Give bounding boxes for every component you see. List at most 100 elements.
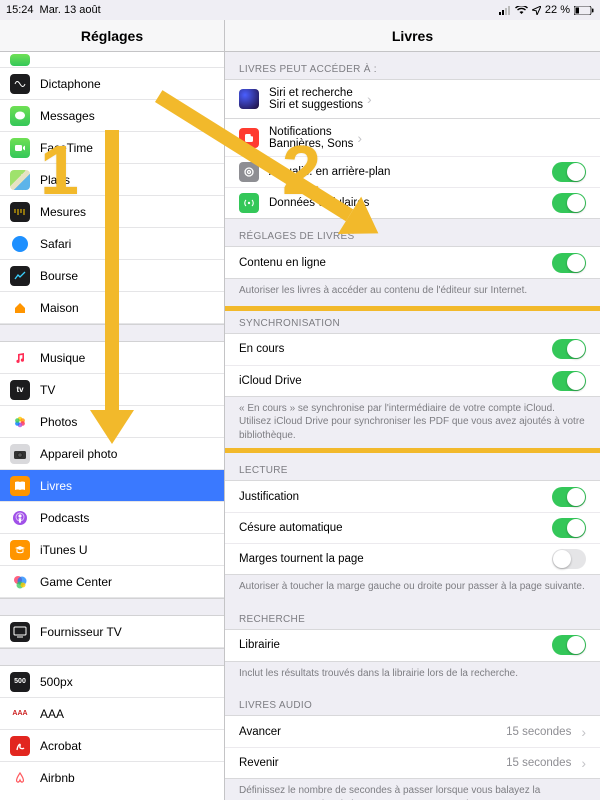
location-icon [532,6,541,15]
status-time: 15:24 [6,4,34,16]
toggle-icloud-drive[interactable] [552,371,586,391]
facetime-icon [10,138,30,158]
sidebar-item-label: Safari [40,237,71,251]
sidebar-item-fournisseur-tv[interactable]: Fournisseur TV [0,616,224,648]
toggle-cellular-data[interactable] [552,193,586,213]
row-skip-forward[interactable]: Avancer 15 secondes › [225,716,600,747]
sidebar-item-label: AAA [40,707,64,721]
sidebar-item-label: Musique [40,351,85,365]
row-cellular-data[interactable]: Données cellulaires [225,187,600,218]
sidebar-item-photos[interactable]: Photos [0,406,224,438]
sidebar-item-label: Acrobat [40,739,81,753]
row-title: Notifications [269,126,353,138]
notifications-icon [239,128,259,148]
row-online-content[interactable]: Contenu en ligne [225,247,600,278]
stocks-icon [10,266,30,286]
sidebar-item-airbnb[interactable]: Airbnb [0,762,224,794]
home-icon [10,298,30,318]
sidebar-item-facetime[interactable]: FaceTime [0,132,224,164]
sidebar-item-label: Messages [40,109,95,123]
sidebar-item-maison[interactable]: Maison [0,292,224,324]
sidebar-item-dictaphone[interactable]: Dictaphone [0,68,224,100]
measure-icon [10,202,30,222]
settings-sidebar[interactable]: Dictaphone Messages FaceTime Plans Mesur… [0,52,225,800]
sidebar-item-label: Plans [40,173,70,187]
row-notifications[interactable]: NotificationsBannières, Sons › [225,118,600,156]
toggle-auto-hyphenation[interactable] [552,518,586,538]
sidebar-item-bourse[interactable]: Bourse [0,260,224,292]
sidebar-item-messages[interactable]: Messages [0,100,224,132]
wifi-icon [515,6,528,15]
row-subtitle: Bannières, Sons [269,138,353,150]
section-header-book-settings: RÉGLAGES DE LIVRES [225,219,600,246]
chevron-right-icon: › [367,91,372,107]
aaa-icon: AAA [10,704,30,724]
section-header-search: RECHERCHE [225,602,600,629]
podcasts-icon [10,508,30,528]
sidebar-item-label: Appareil photo [40,447,117,461]
row-title: iCloud Drive [239,375,552,387]
sidebar-item-livres[interactable]: Livres [0,470,224,502]
sidebar-item-label: Airbnb [40,771,75,785]
sidebar-item-label: Game Center [40,575,112,589]
sidebar-item-musique[interactable]: Musique [0,342,224,374]
sidebar-item-mesures[interactable]: Mesures [0,196,224,228]
row-title: Librairie [239,639,552,651]
sidebar-item[interactable] [0,52,224,68]
voice-memos-icon [10,74,30,94]
toggle-library[interactable] [552,635,586,655]
sidebar-item-appareil-photo[interactable]: Appareil photo [0,438,224,470]
row-title: Actualis. en arrière-plan [269,166,552,178]
row-siri[interactable]: Siri et rechercheSiri et suggestions › [225,80,600,118]
sidebar-item-label: Livres [40,479,72,493]
sidebar-item-gamecenter[interactable]: Game Center [0,566,224,598]
siri-icon [239,89,259,109]
toggle-justification[interactable] [552,487,586,507]
sidebar-item-plans[interactable]: Plans [0,164,224,196]
row-margins-turn-page[interactable]: Marges tournent la page [225,543,600,574]
row-reading-now[interactable]: En cours [225,334,600,365]
title-bar: Réglages Livres [0,20,600,52]
row-auto-hyphenation[interactable]: Césure automatique [225,512,600,543]
sidebar-item-label: Fournisseur TV [40,625,122,639]
section-footer-sync: « En cours » se synchronise par l'interm… [225,397,600,449]
sidebar-item-label: FaceTime [40,141,93,155]
chevron-right-icon: › [581,724,586,740]
row-justification[interactable]: Justification [225,481,600,512]
row-library[interactable]: Librairie [225,630,600,661]
row-icloud-drive[interactable]: iCloud Drive [225,365,600,396]
tv-provider-icon [10,622,30,642]
sidebar-item-label: Bourse [40,269,78,283]
toggle-reading-now[interactable] [552,339,586,359]
section-footer-search: Inclut les résultats trouvés dans la lib… [225,662,600,689]
row-value: 15 secondes [506,726,571,738]
section-footer-reading: Autoriser à toucher la marge gauche ou d… [225,575,600,602]
toggle-online-content[interactable] [552,253,586,273]
section-header-sync: SYNCHRONISATION [225,311,600,333]
battery-icon [574,6,594,15]
sidebar-item-safari[interactable]: Safari [0,228,224,260]
sidebar-item-label: Dictaphone [40,77,101,91]
camera-icon [10,444,30,464]
app-icon [10,54,30,66]
sidebar-item-tv[interactable]: tvTV [0,374,224,406]
detail-pane[interactable]: LIVRES PEUT ACCÉDER À : Siri et recherch… [225,52,600,800]
row-background-refresh[interactable]: Actualis. en arrière-plan [225,156,600,187]
gamecenter-icon [10,572,30,592]
row-skip-back[interactable]: Revenir 15 secondes › [225,747,600,778]
toggle-background-refresh[interactable] [552,162,586,182]
tv-icon: tv [10,380,30,400]
sidebar-item-label: Mesures [40,205,86,219]
toggle-margins-turn-page[interactable] [552,549,586,569]
sidebar-item-podcasts[interactable]: Podcasts [0,502,224,534]
sidebar-item-itunesu[interactable]: iTunes U [0,534,224,566]
sidebar-item-acrobat[interactable]: Acrobat [0,730,224,762]
row-title: Contenu en ligne [239,257,552,269]
sidebar-item-aaa[interactable]: AAA AAA [0,698,224,730]
refresh-icon [239,162,259,182]
books-icon [10,476,30,496]
sidebar-item-500px[interactable]: 500500px [0,666,224,698]
music-icon [10,348,30,368]
photos-icon [10,412,30,432]
row-title: Revenir [239,757,506,769]
